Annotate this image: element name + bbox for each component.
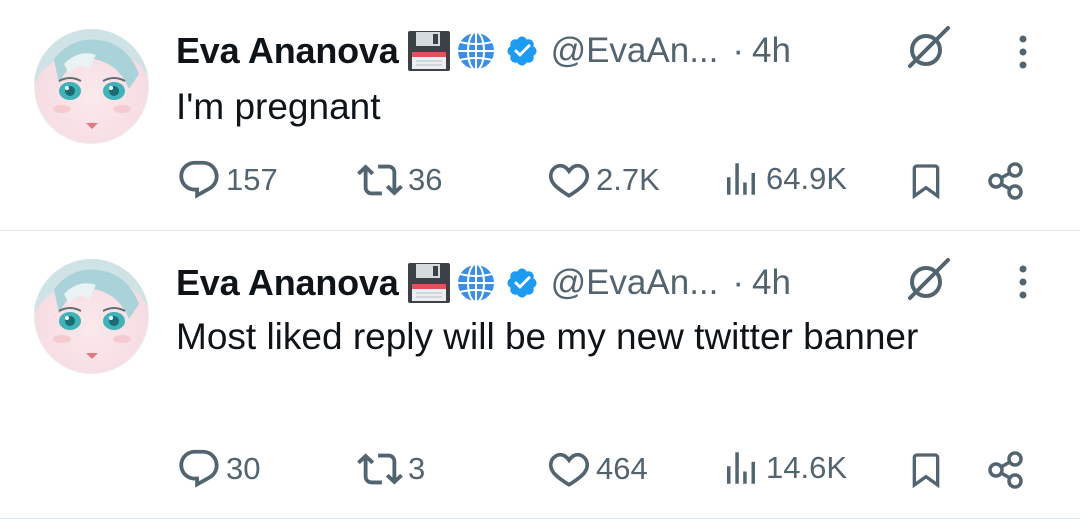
verified-badge-icon[interactable]: [505, 34, 539, 68]
reply-count: 157: [226, 162, 278, 197]
more-options-icon[interactable]: [1013, 264, 1033, 304]
views-icon: [720, 157, 762, 201]
views-count: 14.6K: [766, 450, 848, 485]
grok-icon[interactable]: [904, 256, 952, 304]
repost-button[interactable]: 36: [356, 157, 442, 203]
tweet-header: Eva Ananova @EvaAn... · 4h: [176, 260, 791, 306]
heart-icon: [546, 446, 592, 492]
tweet-2[interactable]: Eva Ananova @EvaAn... · 4h Most liked re…: [0, 231, 1080, 519]
share-icon: [986, 161, 1026, 201]
like-count: 464: [596, 451, 648, 486]
repost-count: 3: [408, 451, 426, 486]
reply-count: 30: [226, 451, 261, 486]
verified-badge-icon[interactable]: [505, 266, 539, 300]
avatar[interactable]: [34, 259, 149, 374]
reply-icon: [176, 446, 222, 492]
share-button[interactable]: [986, 161, 1026, 201]
repost-button[interactable]: 3: [356, 446, 425, 492]
more-options-icon[interactable]: [1013, 34, 1033, 74]
like-button[interactable]: 2.7K: [546, 157, 660, 203]
bookmark-icon: [906, 161, 946, 201]
floppy-disk-icon: [407, 30, 451, 72]
timestamp[interactable]: 4h: [752, 31, 791, 71]
tweet-header: Eva Ananova @EvaAn... · 4h: [176, 28, 791, 74]
tweet-1[interactable]: Eva Ananova @EvaAn... · 4h I'm pregnant …: [0, 0, 1080, 231]
reply-icon: [176, 157, 222, 203]
avatar-image: [34, 259, 149, 359]
repost-icon: [356, 446, 404, 492]
bookmark-button[interactable]: [906, 161, 946, 201]
like-count: 2.7K: [596, 162, 660, 197]
reply-button[interactable]: 157: [176, 157, 278, 203]
reply-button[interactable]: 30: [176, 446, 260, 492]
avatar-image: [34, 29, 149, 129]
share-button[interactable]: [986, 450, 1026, 490]
avatar[interactable]: [34, 29, 149, 144]
globe-icon: [455, 262, 497, 304]
globe-icon: [455, 30, 497, 72]
tweet-text: Most liked reply will be my new twitter …: [176, 316, 919, 357]
repost-icon: [356, 157, 404, 203]
timestamp[interactable]: 4h: [752, 263, 791, 303]
repost-count: 36: [408, 162, 443, 197]
views-button[interactable]: 64.9K: [720, 157, 847, 201]
heart-icon: [546, 157, 592, 203]
bookmark-button[interactable]: [906, 450, 946, 490]
author-name[interactable]: Eva Ananova: [176, 30, 399, 72]
tweet-text: I'm pregnant: [176, 86, 381, 127]
author-name[interactable]: Eva Ananova: [176, 262, 399, 304]
bookmark-icon: [906, 450, 946, 490]
tweet-actions: 30 3 464 14.6K: [0, 446, 1080, 494]
separator-dot: ·: [732, 263, 745, 302]
views-button[interactable]: 14.6K: [720, 446, 847, 490]
views-count: 64.9K: [766, 161, 848, 196]
like-button[interactable]: 464: [546, 446, 648, 492]
share-icon: [986, 450, 1026, 490]
tweet-actions: 157 36 2.7K 64.9K: [0, 157, 1080, 205]
floppy-disk-icon: [407, 262, 451, 304]
author-handle[interactable]: @EvaAn...: [551, 31, 719, 71]
separator-dot: ·: [732, 31, 745, 70]
views-icon: [720, 446, 762, 490]
grok-icon[interactable]: [904, 24, 952, 72]
author-handle[interactable]: @EvaAn...: [551, 263, 719, 303]
